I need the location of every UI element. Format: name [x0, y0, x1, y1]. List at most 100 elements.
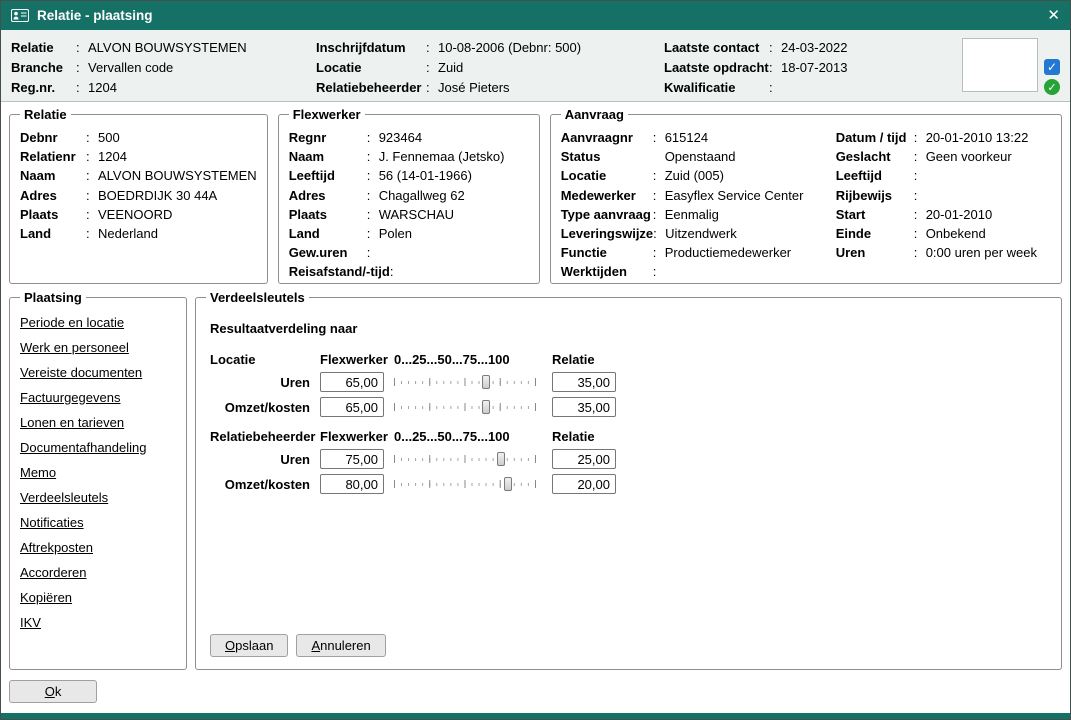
locatie-uren-slider[interactable]	[394, 373, 536, 391]
column-header-relatie: Relatie	[552, 352, 616, 367]
locatie-uren-flexwerker-input[interactable]	[320, 372, 384, 392]
header-right-area: ✓ ✓	[962, 38, 1060, 95]
nav-link-werk-en-personeel[interactable]: Werk en personeel	[20, 340, 129, 355]
field-label: Functie	[561, 243, 653, 262]
field-value: VEENOORD	[98, 205, 172, 224]
field-value: ALVON BOUWSYSTEMEN	[88, 38, 247, 58]
field-label: Naam	[289, 147, 367, 166]
field-label: Relatienr	[20, 147, 86, 166]
info-row: Naam : ALVON BOUWSYSTEMEN	[20, 166, 257, 185]
field-value: 56 (14-01-1966)	[379, 166, 472, 185]
field-separator: :	[390, 262, 402, 281]
field-label: Laatste opdracht	[664, 58, 769, 78]
field-value: José Pieters	[438, 78, 510, 98]
info-row: Leeftijd : 56 (14-01-1966)	[289, 166, 529, 185]
field-value: Uitzendwerk	[665, 224, 737, 243]
field-value: 20-01-2010	[926, 205, 993, 224]
field-separator: :	[367, 243, 379, 262]
field-separator: :	[86, 224, 98, 243]
field-separator: :	[653, 205, 665, 224]
field-label: Status	[561, 147, 653, 166]
header-row: Branche : Vervallen code	[11, 58, 316, 78]
beheerder-omzet-flexwerker-input[interactable]	[320, 474, 384, 494]
field-label: Gew.uren	[289, 243, 367, 262]
field-label: Plaats	[20, 205, 86, 224]
nav-link-factuurgegevens[interactable]: Factuurgegevens	[20, 390, 120, 405]
nav-link-aftrekposten[interactable]: Aftrekposten	[20, 540, 93, 555]
blue-checkbox-icon[interactable]: ✓	[1044, 59, 1060, 75]
save-button[interactable]: Opslaan	[210, 634, 288, 657]
ok-rest: k	[55, 684, 62, 699]
slider-thumb[interactable]	[482, 400, 490, 414]
cancel-button[interactable]: Annuleren	[296, 634, 385, 657]
info-fieldsets-row: Relatie Debnr : 500 Relatienr : 1204 Naa…	[9, 107, 1062, 284]
field-separator: :	[76, 58, 88, 78]
nav-link-verdeelsleutels[interactable]: Verdeelsleutels	[20, 490, 108, 505]
field-separator: :	[367, 205, 379, 224]
info-row: Einde : Onbekend	[836, 224, 1051, 243]
nav-link-notificaties[interactable]: Notificaties	[20, 515, 84, 530]
info-row: Plaats : WARSCHAU	[289, 205, 529, 224]
nav-link-accorderen[interactable]: Accorderen	[20, 565, 86, 580]
field-label: Plaats	[289, 205, 367, 224]
info-row: Gew.uren :	[289, 243, 529, 262]
slider-thumb[interactable]	[497, 452, 505, 466]
field-value: Eenmalig	[665, 205, 719, 224]
field-value: Openstaand	[665, 147, 736, 166]
field-label: Kwalificatie	[664, 78, 769, 98]
plaatsing-legend: Plaatsing	[20, 290, 86, 305]
info-row: Datum / tijd : 20-01-2010 13:22	[836, 128, 1051, 147]
slider-thumb[interactable]	[504, 477, 512, 491]
ok-button[interactable]: Ok	[9, 680, 97, 703]
nav-link-kopieren[interactable]: Kopiëren	[20, 590, 72, 605]
field-value: 24-03-2022	[781, 38, 848, 58]
nav-link-ikv[interactable]: IKV	[20, 615, 41, 630]
field-separator: :	[86, 205, 98, 224]
beheerder-uren-slider[interactable]	[394, 450, 536, 468]
locatie-omzet-flexwerker-input[interactable]	[320, 397, 384, 417]
field-separator: :	[367, 128, 379, 147]
relatie-fieldset: Relatie Debnr : 500 Relatienr : 1204 Naa…	[9, 107, 268, 284]
beheerder-omzet-slider[interactable]	[394, 475, 536, 493]
field-value: 10-08-2006 (Debnr: 500)	[438, 38, 581, 58]
window-bottom-border	[1, 713, 1070, 719]
header-row: Laatste opdracht : 18-07-2013	[664, 58, 926, 78]
locatie-omzet-slider[interactable]	[394, 398, 536, 416]
field-label: Reisafstand/-tijd	[289, 262, 390, 281]
info-row: Leveringswijze : Uitzendwerk	[561, 224, 836, 243]
nav-link-vereiste-documenten[interactable]: Vereiste documenten	[20, 365, 142, 380]
field-value: J. Fennemaa (Jetsko)	[379, 147, 505, 166]
field-value: Onbekend	[926, 224, 986, 243]
beheerder-omzet-relatie-input[interactable]	[552, 474, 616, 494]
field-separator: :	[914, 186, 926, 205]
field-separator: :	[367, 186, 379, 205]
nav-link-periode-en-locatie[interactable]: Periode en locatie	[20, 315, 124, 330]
field-separator: :	[426, 38, 438, 58]
photo-placeholder	[962, 38, 1038, 92]
slider-major-ticks	[394, 480, 536, 488]
verdeelsleutels-body: Resultaatverdeling naar Locatie Flexwerk…	[206, 311, 1051, 663]
info-row: Rijbewijs :	[836, 186, 1051, 205]
result-distribution-heading: Resultaatverdeling naar	[210, 321, 1051, 336]
green-check-icon[interactable]: ✓	[1044, 79, 1060, 95]
row-label-omzet-kosten: Omzet/kosten	[210, 477, 310, 492]
locatie-uren-relatie-input[interactable]	[552, 372, 616, 392]
beheerder-uren-relatie-input[interactable]	[552, 449, 616, 469]
header-row: Locatie : Zuid	[316, 58, 664, 78]
ok-row: Ok	[9, 680, 1062, 703]
beheerder-uren-flexwerker-input[interactable]	[320, 449, 384, 469]
slider-thumb[interactable]	[482, 375, 490, 389]
locatie-omzet-relatie-input[interactable]	[552, 397, 616, 417]
main-content: Relatie Debnr : 500 Relatienr : 1204 Naa…	[1, 102, 1070, 713]
field-separator: :	[914, 243, 926, 262]
close-icon[interactable]: ✕	[1047, 8, 1060, 23]
field-label: Naam	[20, 166, 86, 185]
nav-link-memo[interactable]: Memo	[20, 465, 56, 480]
field-value: 20-01-2010 13:22	[926, 128, 1029, 147]
field-label: Leveringswijze	[561, 224, 653, 243]
save-accel: O	[225, 638, 235, 653]
nav-link-lonen-en-tarieven[interactable]: Lonen en tarieven	[20, 415, 124, 430]
header-row: Laatste contact : 24-03-2022	[664, 38, 926, 58]
field-value: Vervallen code	[88, 58, 173, 78]
nav-link-documentafhandeling[interactable]: Documentafhandeling	[20, 440, 146, 455]
